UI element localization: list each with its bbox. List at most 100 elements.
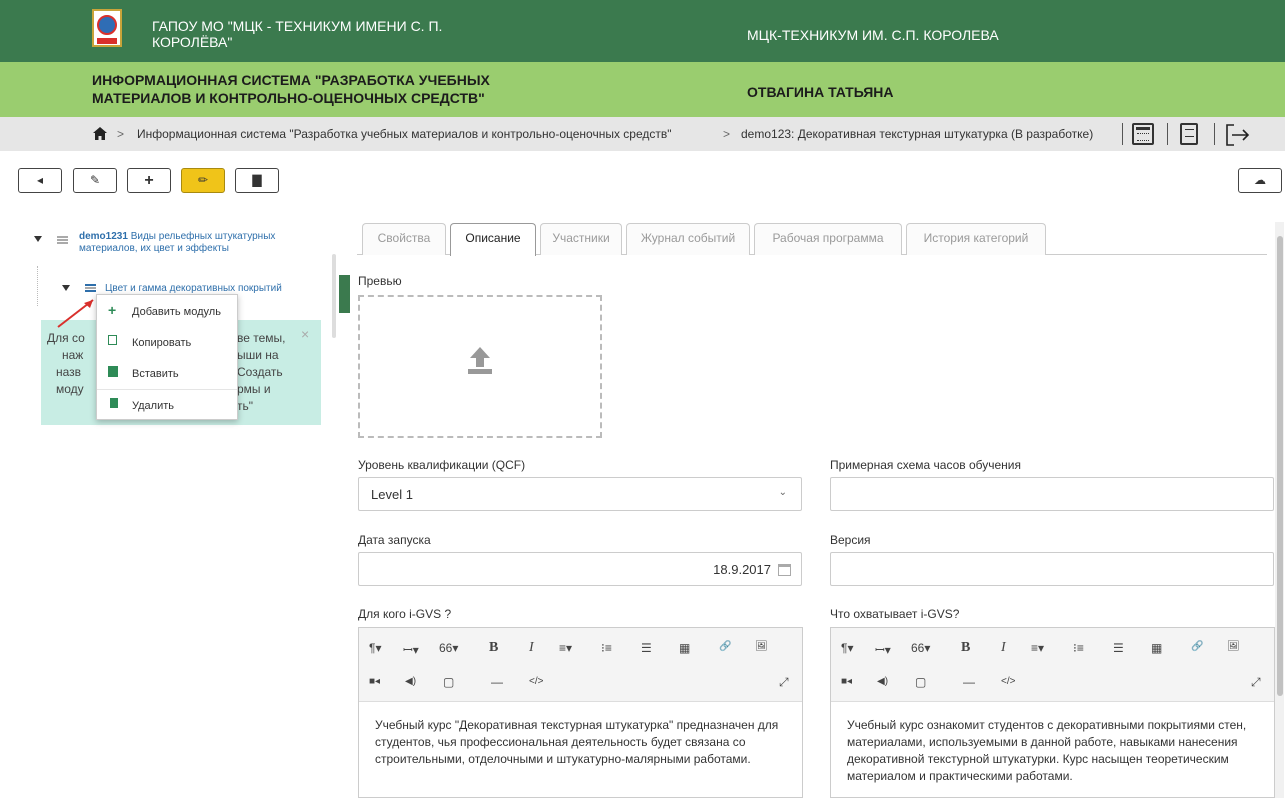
covers-editor[interactable]: ¶▾ ꟷ▾ 66▾ B I ≡▾ ⁝≡ ☰ ▦ 🔗 🖼 ■◂ ◀) ▢ — </… xyxy=(830,627,1275,798)
fullscreen-icon[interactable]: ⤢ xyxy=(779,675,789,690)
plus-icon: + xyxy=(144,172,154,189)
hours-input[interactable] xyxy=(830,477,1274,511)
link-icon[interactable]: 🔗 xyxy=(719,641,731,652)
breadcrumb-item-system[interactable]: Информационная система "Разработка учебн… xyxy=(137,127,672,141)
image-icon[interactable]: 🖼 xyxy=(755,641,768,652)
menu-item-add-module[interactable]: + Добавить модуль xyxy=(97,297,237,325)
calendar-icon[interactable] xyxy=(1132,123,1154,145)
tab-bar: Свойства Описание Участники Журнал событ… xyxy=(357,219,1267,256)
user-name[interactable]: ОТВАГИНА ТАТЬЯНА xyxy=(747,84,894,100)
ordered-list-icon[interactable]: ⁝≡ xyxy=(1073,641,1084,655)
paragraph-icon[interactable]: ¶▾ xyxy=(369,641,381,655)
qcf-select[interactable]: Level 1 ⌄ xyxy=(358,477,802,511)
tree-node-root[interactable]: demo1231 Виды рельефных штукатурных мате… xyxy=(79,231,319,255)
college-logo xyxy=(92,9,122,47)
tab-event-log[interactable]: Журнал событий xyxy=(626,223,750,255)
menu-item-copy[interactable]: Копировать xyxy=(97,328,237,356)
magic-icon[interactable]: ꟷ▾ xyxy=(875,641,891,658)
tab-description[interactable]: Описание xyxy=(450,223,536,256)
launch-date-input[interactable]: 18.9.2017 xyxy=(358,552,802,586)
ordered-list-icon[interactable]: ⁝≡ xyxy=(601,641,612,655)
code-icon[interactable]: </> xyxy=(1001,676,1015,687)
table-icon[interactable]: ▦ xyxy=(1151,641,1162,655)
code-icon[interactable]: </> xyxy=(529,676,543,687)
back-button[interactable]: ◂ xyxy=(18,168,62,193)
breadcrumb-item-course[interactable]: demo123: Декоративная текстурная штукату… xyxy=(741,127,1093,141)
org-short-name: МЦК-ТЕХНИКУМ ИМ. С.П. КОРОЛЕВА xyxy=(747,27,999,43)
close-icon[interactable]: × xyxy=(301,326,309,343)
preview-dropzone[interactable] xyxy=(358,295,602,438)
quote-icon[interactable]: 66▾ xyxy=(911,641,930,655)
page-scrollbar-thumb[interactable] xyxy=(1277,236,1283,696)
video-icon[interactable]: ■◂ xyxy=(369,676,380,687)
cloud-upload-icon: ☁ xyxy=(1254,173,1266,187)
italic-icon[interactable]: I xyxy=(529,640,534,656)
divider xyxy=(1214,123,1215,145)
drag-handle-icon[interactable] xyxy=(85,284,96,292)
preview-label: Превью xyxy=(358,274,402,288)
audio-icon[interactable]: ◀) xyxy=(405,676,416,687)
tree-node-child[interactable]: Цвет и гамма декоративных покрытий xyxy=(105,283,282,294)
horizontal-rule-icon[interactable]: — xyxy=(491,675,503,689)
menu-item-label: Вставить xyxy=(132,368,179,380)
book-button[interactable]: ▇ xyxy=(235,168,279,193)
panel-resize-handle[interactable] xyxy=(339,275,350,313)
version-input[interactable] xyxy=(830,552,1274,586)
tab-properties[interactable]: Свойства xyxy=(362,223,446,255)
link-icon[interactable]: 🔗 xyxy=(1191,641,1203,652)
tab-category-history[interactable]: История категорий xyxy=(906,223,1046,255)
paragraph-icon[interactable]: ¶▾ xyxy=(841,641,853,655)
menu-item-delete[interactable]: Удалить xyxy=(97,391,237,419)
top-header: ГАПОУ МО "МЦК - ТЕХНИКУМ ИМЕНИ С. П. КОР… xyxy=(0,0,1285,62)
covers-editor-text[interactable]: Учебный курс ознакомит студентов с декор… xyxy=(847,717,1257,785)
book-icon: ▇ xyxy=(252,173,262,187)
tab-work-program[interactable]: Рабочая программа xyxy=(754,223,902,255)
version-label: Версия xyxy=(830,533,871,547)
table-icon[interactable]: ▦ xyxy=(679,641,690,655)
tree-scrollbar[interactable] xyxy=(332,254,336,338)
qcf-label: Уровень квалификации (QCF) xyxy=(358,458,526,472)
unordered-list-icon[interactable]: ☰ xyxy=(641,641,652,655)
menu-item-label: Добавить модуль xyxy=(132,306,221,318)
file-icon[interactable]: ▢ xyxy=(443,675,454,689)
edit-icon: ✎ xyxy=(89,173,101,187)
logout-icon[interactable] xyxy=(1226,124,1250,146)
cloud-upload-button[interactable]: ☁ xyxy=(1238,168,1282,193)
align-icon[interactable]: ≡▾ xyxy=(559,641,572,655)
system-name: ИНФОРМАЦИОННАЯ СИСТЕМА "РАЗРАБОТКА УЧЕБН… xyxy=(92,72,490,106)
horizontal-rule-icon[interactable]: — xyxy=(963,675,975,689)
align-icon[interactable]: ≡▾ xyxy=(1031,641,1044,655)
editor-toolbar: ¶▾ ꟷ▾ 66▾ B I ≡▾ ⁝≡ ☰ ▦ 🔗 🖼 ■◂ ◀) ▢ — </… xyxy=(359,628,802,702)
add-button[interactable]: + xyxy=(127,168,171,193)
tab-participants[interactable]: Участники xyxy=(540,223,622,255)
bold-icon[interactable]: B xyxy=(961,640,970,656)
video-icon[interactable]: ■◂ xyxy=(841,676,852,687)
unordered-list-icon[interactable]: ☰ xyxy=(1113,641,1124,655)
italic-icon[interactable]: I xyxy=(1001,640,1006,656)
edit-button[interactable]: ✎ xyxy=(73,168,117,193)
collapse-toggle-icon[interactable] xyxy=(34,236,42,242)
quote-icon[interactable]: 66▾ xyxy=(439,641,458,655)
bold-icon[interactable]: B xyxy=(489,640,498,656)
document-icon[interactable] xyxy=(1180,123,1198,145)
audio-icon[interactable]: ◀) xyxy=(877,676,888,687)
file-icon[interactable]: ▢ xyxy=(915,675,926,689)
who-editor-text[interactable]: Учебный курс "Декоративная текстурная шт… xyxy=(375,717,785,768)
collapse-toggle-icon[interactable] xyxy=(62,285,70,291)
caret-left-icon: ◂ xyxy=(36,173,44,187)
home-icon[interactable] xyxy=(93,127,107,140)
qcf-value: Level 1 xyxy=(371,487,413,502)
upload-icon xyxy=(468,347,492,374)
calendar-icon[interactable] xyxy=(778,564,791,576)
menu-item-paste[interactable]: Вставить xyxy=(97,359,237,387)
hint-text: рмы и xyxy=(237,382,271,396)
who-editor[interactable]: ¶▾ ꟷ▾ 66▾ B I ≡▾ ⁝≡ ☰ ▦ 🔗 🖼 ■◂ ◀) ▢ — </… xyxy=(358,627,803,798)
magic-icon[interactable]: ꟷ▾ xyxy=(403,641,419,658)
fullscreen-icon[interactable]: ⤢ xyxy=(1251,675,1261,690)
drag-handle-icon[interactable] xyxy=(57,236,68,244)
divider xyxy=(1122,123,1123,145)
image-icon[interactable]: 🖼 xyxy=(1227,641,1240,652)
context-menu: + Добавить модуль Копировать Вставить Уд… xyxy=(96,294,238,420)
menu-item-label: Копировать xyxy=(132,337,192,349)
pencil-button[interactable]: ✏ xyxy=(181,168,225,193)
